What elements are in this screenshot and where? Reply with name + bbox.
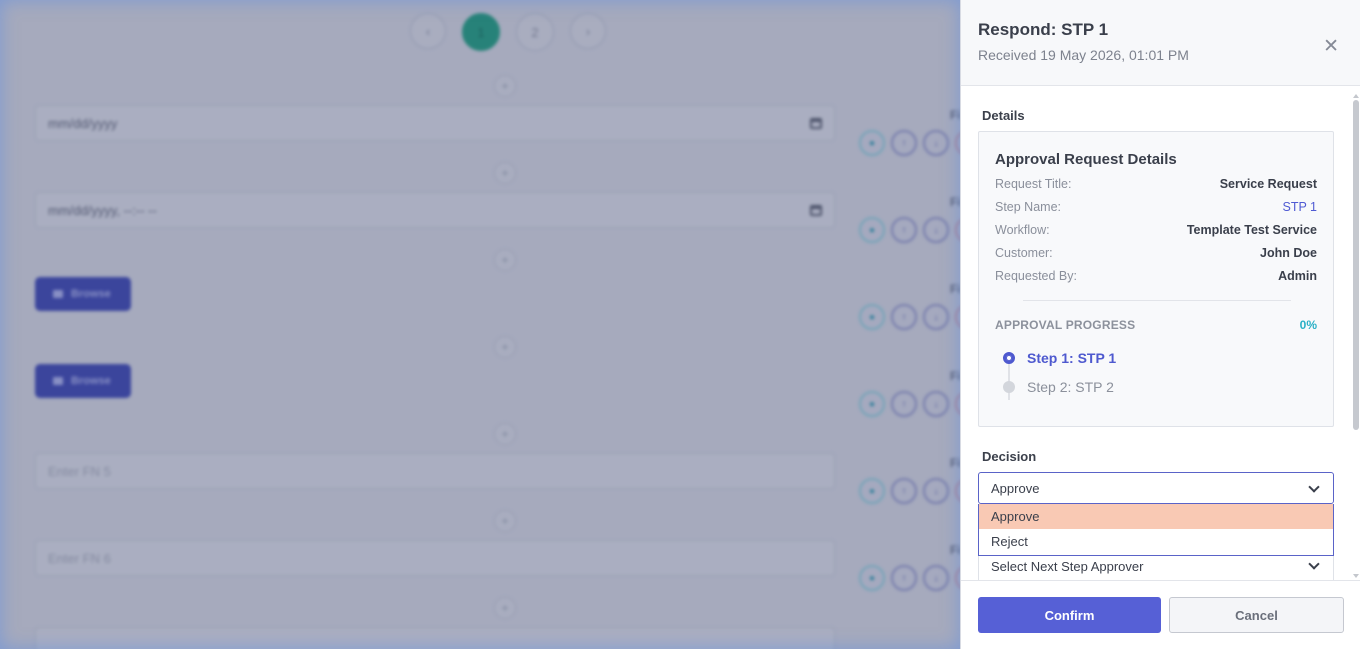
detail-value: Template Test Service: [1186, 223, 1317, 237]
option-reject[interactable]: Reject: [979, 529, 1333, 554]
step-name-link[interactable]: STP 1: [1282, 200, 1317, 214]
details-label: Details: [982, 108, 1025, 123]
step-pending-icon: [1003, 381, 1015, 393]
detail-value: John Doe: [1260, 246, 1317, 260]
detail-key: Customer:: [995, 246, 1053, 260]
next-approver-select[interactable]: Select Next Step Approver: [978, 552, 1334, 580]
chevron-down-icon: [1308, 481, 1320, 493]
cancel-button[interactable]: Cancel: [1169, 597, 1344, 633]
detail-key: Step Name:: [995, 200, 1062, 214]
panel-body: Details Approval Request Details Request…: [961, 86, 1360, 580]
detail-value: Admin: [1278, 269, 1317, 283]
panel-subtitle: Received 19 May 2026, 01:01 PM: [978, 47, 1189, 63]
detail-value: Service Request: [1219, 177, 1317, 191]
step-connector: [1008, 360, 1010, 400]
scroll-thumb[interactable]: [1353, 100, 1359, 430]
approval-progress-value: 0%: [1299, 318, 1317, 332]
scroll-down-icon[interactable]: [1353, 574, 1359, 578]
detail-key: Requested By:: [995, 269, 1077, 283]
decision-select[interactable]: Approve: [978, 472, 1334, 504]
option-approve[interactable]: Approve: [979, 504, 1333, 529]
detail-key: Request Title:: [995, 177, 1072, 191]
next-approver-placeholder: Select Next Step Approver: [991, 558, 1144, 574]
approval-progress-label: APPROVAL PROGRESS: [995, 318, 1136, 332]
detail-row: Customer: John Doe: [995, 246, 1317, 260]
step-active-icon: [1003, 352, 1015, 364]
panel-footer: Confirm Cancel: [961, 580, 1360, 649]
approval-details-card: Approval Request Details Request Title: …: [978, 131, 1334, 427]
panel-scrollbar[interactable]: [1353, 94, 1359, 580]
respond-panel: Respond: STP 1 Received 19 May 2026, 01:…: [960, 0, 1360, 649]
detail-key: Workflow:: [995, 223, 1050, 237]
step-1-label: Step 1: STP 1: [1027, 350, 1117, 366]
detail-row: Workflow: Template Test Service: [995, 223, 1317, 237]
panel-title: Respond: STP 1: [978, 20, 1109, 39]
decision-label: Decision: [982, 449, 1037, 464]
close-icon[interactable]: ✕: [1323, 37, 1339, 56]
chevron-down-icon: [1308, 558, 1320, 570]
divider: [1023, 300, 1291, 301]
detail-row: Requested By: Admin: [995, 269, 1317, 283]
panel-header: Respond: STP 1 Received 19 May 2026, 01:…: [961, 0, 1360, 86]
confirm-button[interactable]: Confirm: [978, 597, 1161, 633]
step-2-label: Step 2: STP 2: [1027, 379, 1114, 395]
decision-dropdown: Approve Reject: [978, 504, 1334, 556]
detail-row: Step Name: STP 1: [995, 200, 1317, 214]
decision-selected-value: Approve: [991, 480, 1040, 496]
card-title: Approval Request Details: [995, 151, 1177, 168]
scroll-up-icon[interactable]: [1353, 94, 1359, 98]
detail-row: Request Title: Service Request: [995, 177, 1317, 191]
